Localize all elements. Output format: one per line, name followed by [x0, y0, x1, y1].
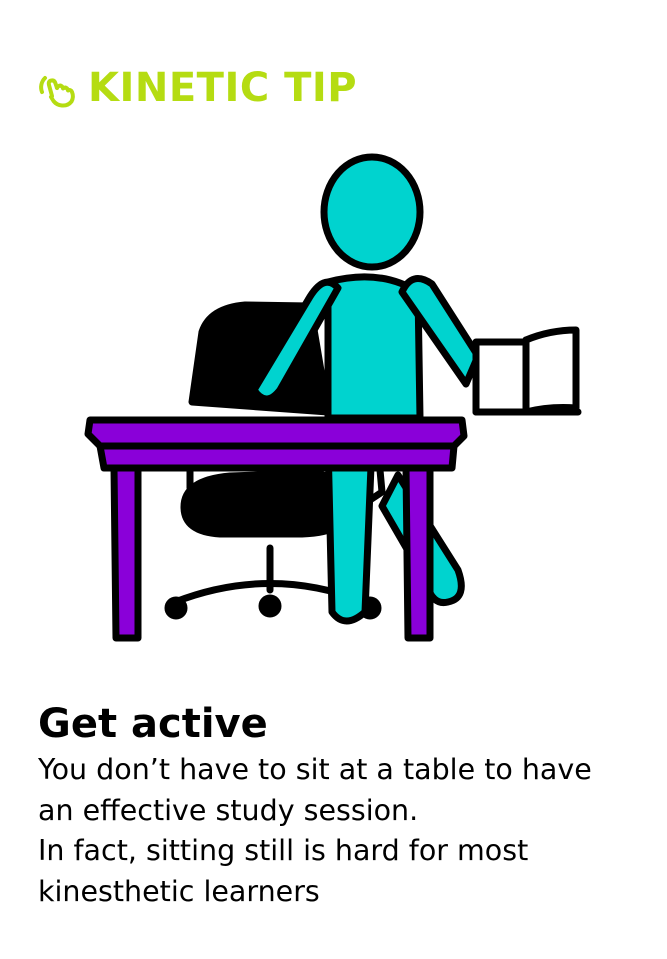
tip-text-line: an effective study session.: [38, 793, 419, 827]
desk-leg-right: [402, 464, 434, 642]
study-desk-illustration: [84, 153, 582, 642]
header-title: KINETIC TIP: [88, 65, 358, 111]
tip-title: Get active: [38, 701, 268, 747]
tip-text-line: kinesthetic learners: [38, 874, 320, 908]
person-head: [320, 153, 424, 271]
desk-leg-left: [110, 464, 142, 642]
tip-header: KINETIC TIP: [36, 64, 357, 112]
chair-wheel-left: [164, 596, 188, 620]
chair-wheel-center: [258, 594, 282, 618]
tip-text-line: In fact, sitting still is hard for most: [38, 834, 529, 867]
book-left-page: [472, 338, 530, 416]
desk-top: [84, 416, 468, 450]
tip-text-line: You don’t have to sit at a table to have: [38, 753, 592, 786]
desk-apron: [96, 442, 458, 472]
tip-content: Get active You don’t have to sit at a ta…: [38, 698, 648, 912]
book-right-page: [522, 326, 580, 416]
tap-hand-icon: [39, 76, 75, 108]
